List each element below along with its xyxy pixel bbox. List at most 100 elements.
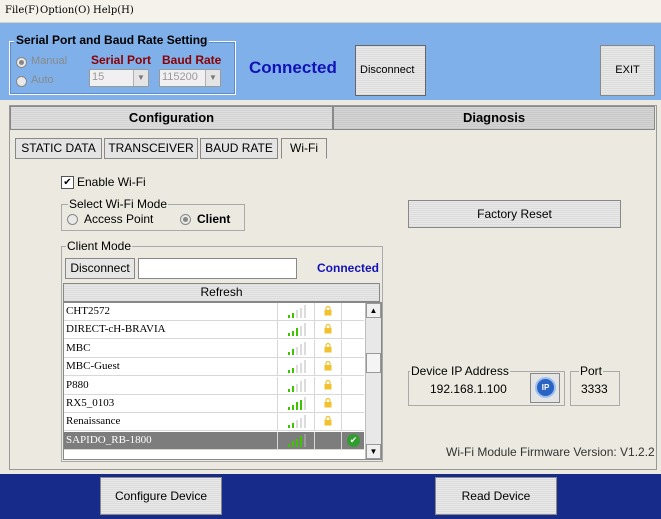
signal-strength-icon	[288, 323, 310, 337]
port-title: Port	[579, 364, 604, 378]
signal-cell	[277, 303, 314, 320]
network-name: Renaissance	[66, 415, 121, 428]
security-cell	[314, 431, 342, 449]
security-cell	[314, 321, 342, 339]
network-name: MBC	[66, 341, 91, 354]
scrollbar-thumb[interactable]	[366, 353, 381, 373]
network-name: RX5_0103	[66, 397, 115, 409]
firmware-version: Wi-Fi Module Firmware Version: V1.2.2	[446, 445, 655, 459]
lock-icon	[324, 379, 332, 390]
subtab-transceiver[interactable]: TRANSCEIVER	[104, 138, 198, 159]
signal-cell	[277, 321, 314, 339]
menu-file[interactable]: File(F)	[5, 5, 39, 16]
connection-status: Connected	[249, 58, 337, 77]
connected-cell	[341, 376, 364, 394]
lock-icon	[324, 305, 332, 316]
network-name: MBC-Guest	[66, 360, 120, 373]
signal-strength-icon	[288, 433, 310, 447]
ip-search-button[interactable]: IP	[530, 373, 560, 403]
security-cell	[314, 376, 342, 394]
baud-rate-select[interactable]: 115200 ▼	[159, 69, 221, 87]
client-status: Connected	[317, 261, 380, 275]
signal-cell	[277, 413, 314, 431]
network-row[interactable]: CHT2572	[64, 303, 364, 321]
signal-strength-icon	[288, 397, 310, 410]
connected-cell	[341, 395, 364, 412]
serial-settings-title: Serial Port and Baud Rate Setting	[14, 33, 210, 47]
signal-cell	[277, 431, 314, 449]
port-value: 3333	[581, 382, 608, 396]
network-row[interactable]: RX5_0103	[64, 395, 364, 413]
manual-label: Manual	[31, 55, 68, 67]
manual-radio[interactable]	[16, 57, 27, 68]
client-radio[interactable]	[180, 214, 191, 225]
lock-icon	[324, 361, 332, 371]
client-disconnect-button[interactable]: Disconnect	[65, 258, 135, 279]
ip-address-title: Device IP Address	[410, 364, 510, 378]
ssid-input[interactable]	[138, 258, 297, 279]
enable-wifi-label: Enable Wi-Fi	[77, 175, 146, 189]
connected-cell	[341, 358, 364, 376]
connected-check-icon: ✔	[347, 433, 360, 447]
access-point-label: Access Point	[84, 212, 154, 226]
connected-cell	[341, 413, 364, 431]
connected-cell: ✔	[341, 431, 364, 449]
refresh-button[interactable]: Refresh	[63, 283, 380, 302]
signal-strength-icon	[288, 360, 310, 374]
signal-cell	[277, 358, 314, 376]
disconnect-button[interactable]: Disconnect	[355, 45, 426, 96]
network-row[interactable]: P880	[64, 376, 364, 395]
signal-cell	[277, 395, 314, 412]
lock-icon	[324, 416, 332, 426]
read-device-button[interactable]: Read Device	[435, 477, 557, 515]
signal-strength-icon	[288, 305, 310, 318]
signal-strength-icon	[288, 415, 310, 429]
exit-button[interactable]: EXIT	[600, 45, 655, 96]
network-name: CHT2572	[66, 305, 110, 317]
configure-device-button[interactable]: Configure Device	[100, 477, 222, 515]
subtab-wifi[interactable]: Wi-Fi	[281, 138, 327, 159]
signal-cell	[277, 339, 314, 357]
access-point-radio[interactable]	[67, 214, 78, 225]
wifi-mode-title: Select Wi-Fi Mode	[68, 197, 169, 211]
client-label: Client	[197, 212, 231, 226]
security-cell	[314, 413, 342, 431]
connected-cell	[341, 303, 364, 320]
network-list[interactable]: CHT2572 DIRECT-cH-BRAVIA MBC MBC-Guest P880 R…	[63, 302, 382, 460]
menu-bar: File(F) Option(O) Help(H)	[0, 0, 661, 23]
network-name: DIRECT-cH-BRAVIA	[66, 323, 166, 336]
scroll-down-icon[interactable]: ▼	[366, 444, 381, 459]
serial-port-label: Serial Port	[91, 53, 152, 67]
tab-configuration[interactable]: Configuration	[10, 106, 333, 130]
network-name: P880	[66, 378, 89, 391]
network-row[interactable]: SAPIDO_RB-1800 ✔	[64, 431, 364, 450]
menu-option[interactable]: Option(O)	[40, 5, 90, 16]
security-cell	[314, 395, 342, 412]
chevron-down-icon: ▼	[133, 70, 148, 86]
ip-search-icon: IP	[535, 377, 556, 398]
scroll-up-icon[interactable]: ▲	[366, 303, 381, 318]
tab-diagnosis[interactable]: Diagnosis	[333, 106, 655, 130]
lock-icon	[324, 324, 332, 334]
signal-strength-icon	[288, 378, 310, 392]
network-row[interactable]: MBC	[64, 339, 364, 358]
menu-help[interactable]: Help(H)	[93, 5, 134, 16]
network-row[interactable]: DIRECT-cH-BRAVIA	[64, 321, 364, 340]
security-cell	[314, 358, 342, 376]
enable-wifi-checkbox[interactable]: ✔	[61, 176, 74, 189]
subtab-baud-rate[interactable]: BAUD RATE	[200, 138, 278, 159]
auto-radio[interactable]	[16, 76, 27, 87]
subtab-static-data[interactable]: STATIC DATA	[15, 138, 102, 159]
serial-port-select[interactable]: 15 ▼	[89, 69, 149, 87]
network-name: SAPIDO_RB-1800	[66, 433, 152, 446]
factory-reset-button[interactable]: Factory Reset	[408, 200, 621, 228]
signal-strength-icon	[288, 341, 310, 355]
network-scrollbar[interactable]: ▲ ▼	[365, 303, 381, 459]
connected-cell	[341, 339, 364, 357]
lock-icon	[324, 397, 332, 408]
chevron-down-icon: ▼	[205, 70, 220, 86]
network-row[interactable]: Renaissance	[64, 413, 364, 432]
lock-icon	[324, 342, 332, 353]
network-row[interactable]: MBC-Guest	[64, 358, 364, 377]
signal-cell	[277, 376, 314, 394]
